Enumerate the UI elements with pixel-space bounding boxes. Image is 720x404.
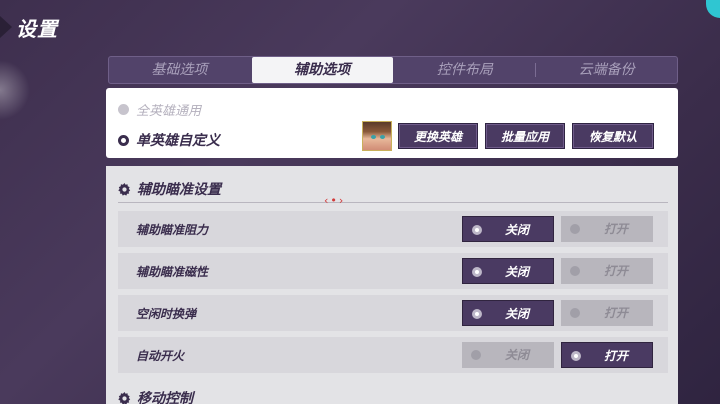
avatar-eye-left <box>371 135 376 139</box>
radio-single-hero[interactable]: 单英雄自定义 <box>118 130 220 150</box>
setting-row-aim-resistance: 辅助瞄准阻力 关闭 打开 <box>118 211 668 247</box>
setting-label: 辅助瞄准磁性 <box>136 265 209 279</box>
toggle-off-option[interactable]: 关闭 <box>462 300 554 326</box>
toggle-off-label: 关闭 <box>504 307 529 321</box>
tab-basic-options[interactable]: 基础选项 <box>109 57 250 83</box>
gear-icon <box>118 391 131 404</box>
background-glow <box>0 60 30 120</box>
change-hero-button[interactable]: 更换英雄 <box>398 123 478 149</box>
toggle-on-label: 打开 <box>603 306 628 320</box>
toggle-on-label: 打开 <box>603 349 628 363</box>
cursor-marker: ‹•› <box>324 194 346 207</box>
hero-avatar[interactable] <box>362 121 392 151</box>
toggle-on-option[interactable]: 打开 <box>561 258 653 284</box>
radio-all-heroes-label: 全英雄通用 <box>136 104 202 119</box>
section-title: 辅助瞄准设置 <box>137 182 221 198</box>
toggle-on-option[interactable]: 打开 <box>561 216 653 242</box>
avatar-eye-right <box>380 135 385 139</box>
toggle-off-option[interactable]: 关闭 <box>462 216 554 242</box>
toggle-on-label: 打开 <box>603 222 628 236</box>
settings-panel: 辅助瞄准设置 ‹•› 辅助瞄准阻力 关闭 打开 辅助瞄准磁性 关闭 打开 空闲时… <box>106 166 678 404</box>
toggle-off-option[interactable]: 关闭 <box>462 342 554 368</box>
section-header-movement: 移动控制 <box>118 388 193 404</box>
setting-label: 空闲时换弹 <box>136 307 197 321</box>
toggle-on-option[interactable]: 打开 <box>561 342 653 368</box>
setting-label: 辅助瞄准阻力 <box>136 223 209 237</box>
section-header-aim-assist: 辅助瞄准设置 <box>118 179 221 199</box>
section-divider <box>118 202 668 203</box>
toggle-on-label: 打开 <box>603 264 628 278</box>
toggle-off-label: 关闭 <box>504 223 529 237</box>
tab-control-layout[interactable]: 控件布局 <box>395 57 536 83</box>
toggle-off-option[interactable]: 关闭 <box>462 258 554 284</box>
corner-accent <box>706 0 720 18</box>
tab-bar: 基础选项 辅助选项 控件布局 云端备份 <box>108 56 678 84</box>
radio-unselected-icon <box>118 104 129 115</box>
tab-cloud-backup[interactable]: 云端备份 <box>536 57 677 83</box>
radio-single-hero-label: 单英雄自定义 <box>136 133 220 149</box>
back-arrow-icon[interactable] <box>0 16 12 38</box>
radio-selected-icon <box>118 134 129 146</box>
page-title: 设置 <box>16 16 58 41</box>
toggle-off-label: 关闭 <box>504 348 529 362</box>
restore-default-button[interactable]: 恢复默认 <box>572 123 654 149</box>
toggle-off-label: 关闭 <box>504 265 529 279</box>
gear-icon <box>118 182 131 196</box>
setting-row-idle-reload: 空闲时换弹 关闭 打开 <box>118 295 668 331</box>
setting-label: 自动开火 <box>136 349 185 363</box>
toggle-on-option[interactable]: 打开 <box>561 300 653 326</box>
setting-row-auto-fire: 自动开火 关闭 打开 <box>118 337 668 373</box>
tab-assist-options[interactable]: 辅助选项 <box>251 57 393 83</box>
radio-all-heroes[interactable]: 全英雄通用 <box>118 100 201 119</box>
setting-row-aim-magnetism: 辅助瞄准磁性 关闭 打开 <box>118 253 668 289</box>
section-title: 移动控制 <box>137 391 193 404</box>
title-bar: 设置 <box>0 12 58 42</box>
hero-scope-panel: 全英雄通用 单英雄自定义 更换英雄 批量应用 恢复默认 <box>106 88 678 158</box>
batch-apply-button[interactable]: 批量应用 <box>485 123 565 149</box>
